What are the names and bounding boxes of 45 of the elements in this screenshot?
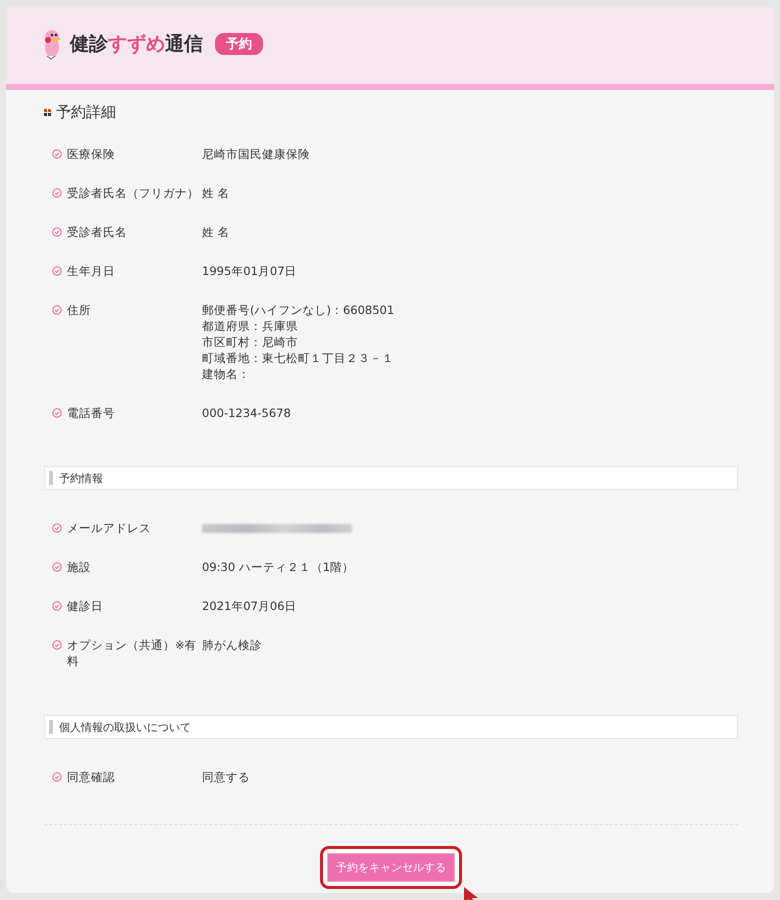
field-label: 施設 (67, 559, 91, 575)
field-value: 1995年01月07日 (202, 263, 297, 279)
page-badge: 予約 (215, 33, 263, 55)
field-value: 市区町村：尼崎市 (202, 334, 299, 350)
check-circle-icon (52, 562, 62, 572)
check-circle-icon (52, 640, 62, 650)
field-label: 受診者氏名 (67, 224, 127, 240)
section-heading: 予約情報 (44, 466, 738, 490)
check-circle-icon (52, 305, 62, 315)
field-label: メールアドレス (67, 520, 151, 536)
field-label: オプション（共通）※有料 (67, 637, 198, 669)
check-circle-icon (52, 772, 62, 782)
logo-text: 健診すずめ通信 (70, 32, 203, 57)
field-label: 受診者氏名（フリガナ） (67, 185, 199, 201)
field-value: 町域番地：東七松町１丁目２３－１ (202, 350, 394, 366)
check-circle-icon (52, 149, 62, 159)
field-label: 医療保険 (67, 146, 115, 162)
bird-icon (42, 28, 64, 60)
field-label: 同意確認 (67, 769, 115, 785)
field-value: 09:30 ハーティ２１（1階） (202, 559, 354, 575)
field-value: 郵便番号(ハイフンなし)：6608501 (202, 302, 394, 318)
field-value: 同意する (202, 769, 250, 785)
check-circle-icon (52, 408, 62, 418)
page-title: 予約詳細 (56, 102, 116, 122)
check-circle-icon (52, 227, 62, 237)
field-label: 電話番号 (67, 405, 115, 421)
field-value: 000-1234-5678 (202, 405, 291, 421)
field-value: 建物名： (202, 366, 251, 382)
field-value: 都道府県：兵庫県 (202, 318, 299, 334)
field-value: 肺がん検診 (202, 637, 262, 653)
field-value: 姓 名 (202, 185, 230, 201)
check-circle-icon (52, 601, 62, 611)
field-label: 健診日 (67, 598, 103, 614)
cursor-icon (464, 887, 478, 900)
check-circle-icon (52, 266, 62, 276)
section-heading: 個人情報の取扱いについて (44, 715, 738, 739)
field-label: 生年月日 (67, 263, 115, 279)
title-icon (44, 108, 51, 116)
cancel-button[interactable]: 予約をキャンセルする (327, 853, 455, 882)
field-value: 2021年07月06日 (202, 598, 297, 614)
field-value: 姓 名 (202, 224, 230, 240)
field-label: 住所 (67, 302, 91, 318)
check-circle-icon (52, 188, 62, 198)
field-value: 尼崎市国民健康保険 (202, 146, 310, 162)
check-circle-icon (52, 523, 62, 533)
